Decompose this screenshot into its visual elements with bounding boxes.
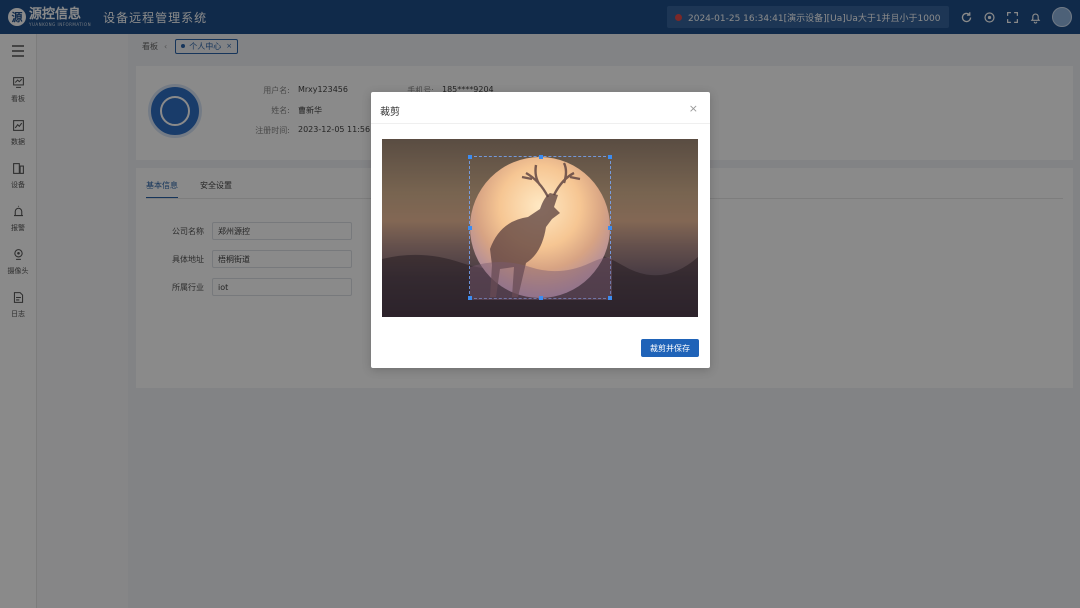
dialog-divider: [371, 123, 710, 124]
crop-handle-bottom-left[interactable]: [468, 296, 472, 300]
deer-silhouette: [470, 162, 612, 300]
crop-handle-bottom-right[interactable]: [608, 296, 612, 300]
crop-handle-top[interactable]: [539, 155, 543, 159]
crop-save-button[interactable]: 裁剪并保存: [641, 339, 699, 357]
crop-canvas[interactable]: [382, 139, 698, 317]
close-icon[interactable]: ×: [689, 102, 698, 115]
dialog-title: 裁剪: [380, 107, 400, 118]
crop-handle-bottom[interactable]: [539, 296, 543, 300]
crop-selection[interactable]: [468, 155, 612, 300]
crop-handle-left[interactable]: [468, 226, 472, 230]
crop-handle-top-right[interactable]: [608, 155, 612, 159]
crop-handle-top-left[interactable]: [468, 155, 472, 159]
crop-handle-right[interactable]: [608, 226, 612, 230]
crop-dialog: 裁剪 × 裁剪并保存: [371, 92, 710, 368]
